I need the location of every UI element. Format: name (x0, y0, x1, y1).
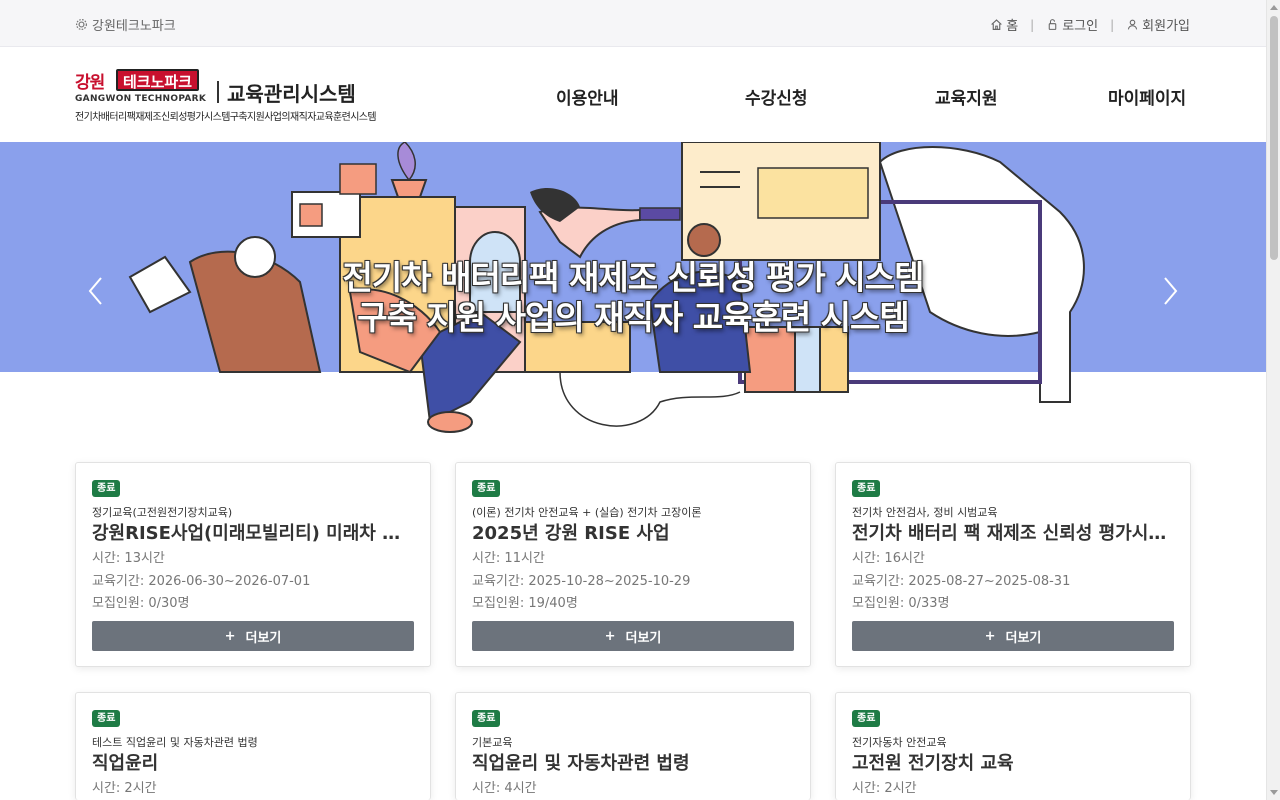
banner-prev-button[interactable] (86, 276, 106, 306)
course-card: 종료 기본교육 직업윤리 및 자동차관련 법령 시간: 4시간 (455, 692, 811, 800)
signup-link[interactable]: 회원가입 (1126, 15, 1190, 34)
banner-title-line1: 전기차 배터리팩 재제조 신뢰성 평가 시스템 (342, 258, 925, 297)
course-category: 전기차 안전검사, 정비 시범교육 (852, 506, 998, 519)
more-label: 더보기 (1005, 630, 1042, 646)
course-period: 교육기간: 2025-08-27~2025-08-31 (852, 574, 1071, 589)
course-capacity: 모집인원: 0/33명 (852, 596, 950, 611)
chevron-right-icon (1164, 277, 1178, 305)
scroll-thumb[interactable] (1270, 16, 1278, 260)
logo-english: GANGWON TECHNOPARK (75, 94, 207, 104)
page-scrollbar[interactable] (1266, 0, 1280, 800)
system-title: 교육관리시스템 (227, 82, 356, 106)
status-badge: 종료 (852, 710, 881, 727)
more-button[interactable]: + 더보기 (472, 621, 794, 651)
course-title[interactable]: 강원RISE사업(미래모빌리티) 미래차 정비 교육 (92, 519, 414, 545)
top-utility-bar: 강원테크노파크 홈 | 로그인 | 회원가입 (0, 0, 1266, 47)
course-capacity: 모집인원: 19/40명 (472, 596, 578, 611)
course-title[interactable]: 2025년 강원 RISE 사업 (472, 519, 794, 545)
course-period: 교육기간: 2026-06-30~2026-07-01 (92, 574, 311, 589)
course-card: 종료 전기자동차 안전교육 고전원 전기장치 교육 시간: 2시간 (835, 692, 1191, 800)
logo-divider (217, 81, 219, 103)
course-category: 기본교육 (472, 736, 513, 749)
course-card: 종료 테스트 직업윤리 및 자동차관련 법령 직업윤리 시간: 2시간 (75, 692, 431, 800)
signup-label: 회원가입 (1142, 19, 1190, 34)
course-hours: 시간: 16시간 (852, 551, 925, 566)
separator: | (1030, 17, 1035, 32)
course-hours: 시간: 2시간 (852, 781, 917, 796)
lock-icon (1048, 19, 1057, 30)
course-category: 테스트 직업윤리 및 자동차관련 법령 (92, 736, 258, 749)
logo[interactable]: 강원 테크노파크 GANGWON TECHNOPARK 교육관리시스템 전기차배… (75, 68, 420, 124)
course-category: 정기교육(고전원전기장치교육) (92, 506, 233, 519)
system-subtitle: 전기차배터리팩재제조신뢰성평가시스템구축지원사업의재직자교육훈련시스템 (75, 112, 377, 123)
status-badge: 종료 (92, 480, 121, 497)
more-button[interactable]: + 더보기 (852, 621, 1174, 651)
course-title[interactable]: 직업윤리 및 자동차관련 법령 (472, 749, 794, 775)
login-label: 로그인 (1062, 19, 1099, 34)
course-capacity: 모집인원: 0/30명 (92, 596, 190, 611)
logo-brand: 테크노파크 (116, 69, 200, 91)
status-badge: 종료 (472, 480, 501, 497)
separator: | (1110, 17, 1115, 32)
course-category: (이론) 전기차 안전교육 + (실습) 전기차 고장이론 (472, 506, 702, 519)
course-hours: 시간: 2시간 (92, 781, 157, 796)
site-link[interactable]: 강원테크노파크 (75, 15, 176, 34)
nav-support[interactable]: 교육지원 (935, 84, 998, 109)
login-link[interactable]: 로그인 (1046, 15, 1098, 34)
header: 강원 테크노파크 GANGWON TECHNOPARK 교육관리시스템 전기차배… (0, 48, 1266, 142)
nav-mypage[interactable]: 마이페이지 (1108, 84, 1186, 109)
banner-title: 전기차 배터리팩 재제조 신뢰성 평가 시스템 구축 지원 사업의 재직자 교육… (0, 258, 1266, 338)
course-period: 교육기간: 2025-10-28~2025-10-29 (472, 574, 691, 589)
more-label: 더보기 (245, 630, 282, 646)
status-badge: 종료 (92, 710, 121, 727)
home-icon (991, 19, 1002, 30)
course-title[interactable]: 전기차 배터리 팩 재제조 신뢰성 평가시스템 교육 (852, 519, 1174, 545)
nav-enroll[interactable]: 수강신청 (745, 84, 808, 109)
chevron-left-icon (88, 277, 102, 305)
plus-icon: + (224, 628, 236, 644)
course-category: 전기자동차 안전교육 (852, 736, 947, 749)
nav-guide[interactable]: 이용안내 (556, 84, 619, 109)
status-badge: 종료 (852, 480, 881, 497)
gear-icon (76, 19, 87, 30)
logo-korean: 강원 (75, 73, 105, 93)
home-label: 홈 (1006, 19, 1019, 34)
scroll-down-icon[interactable] (1270, 790, 1278, 795)
more-label: 더보기 (625, 630, 662, 646)
course-card: 종료 (이론) 전기차 안전교육 + (실습) 전기차 고장이론 2025년 강… (455, 462, 811, 667)
course-card: 종료 전기차 안전검사, 정비 시범교육 전기차 배터리 팩 재제조 신뢰성 평… (835, 462, 1191, 667)
course-hours: 시간: 4시간 (472, 781, 537, 796)
course-hours: 시간: 13시간 (92, 551, 165, 566)
course-hours: 시간: 11시간 (472, 551, 545, 566)
course-card: 종료 정기교육(고전원전기장치교육) 강원RISE사업(미래모빌리티) 미래차 … (75, 462, 431, 667)
site-name: 강원테크노파크 (92, 19, 176, 34)
plus-icon: + (984, 628, 996, 644)
status-badge: 종료 (472, 710, 501, 727)
user-icon (1128, 19, 1138, 30)
course-title[interactable]: 고전원 전기장치 교육 (852, 749, 1174, 775)
scroll-up-icon[interactable] (1270, 5, 1278, 10)
plus-icon: + (604, 628, 616, 644)
banner-next-button[interactable] (1160, 276, 1180, 306)
banner-title-line2: 구축 지원 사업의 재직자 교육훈련 시스템 (357, 298, 910, 337)
home-link[interactable]: 홈 (990, 15, 1018, 34)
utility-links: 홈 | 로그인 | 회원가입 (990, 15, 1190, 34)
course-title[interactable]: 직업윤리 (92, 749, 414, 775)
more-button[interactable]: + 더보기 (92, 621, 414, 651)
